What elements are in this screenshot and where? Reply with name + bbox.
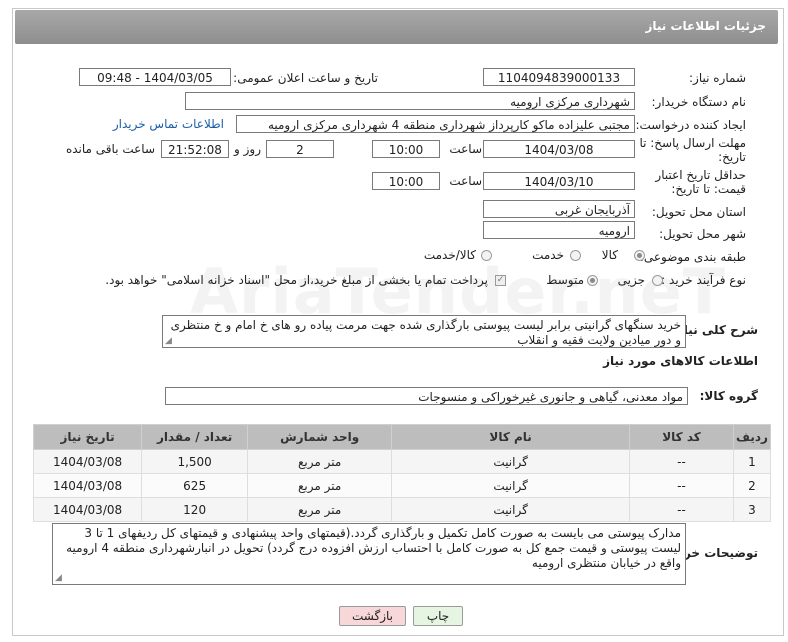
category-service-radio[interactable] [570,250,581,261]
province-label: استان محل تحویل: [651,205,746,219]
cell-name: گرانیت [391,449,630,474]
province-field[interactable]: آذربایجان غربی [483,200,635,218]
resize-grip-icon[interactable]: ◢ [165,337,172,346]
cell-qty: 1,500 [141,449,249,474]
cell-unit: متر مربع [247,449,393,474]
cell-unit: متر مربع [247,473,393,498]
col-unit: واحد شمارش [247,424,393,450]
category-goods-service-radio[interactable] [481,250,492,261]
cell-qty: 120 [141,497,249,522]
items-table-header: ردیف کد کالا نام کالا واحد شمارش تعداد /… [32,424,772,450]
deadline-label: مهلت ارسال پاسخ: تا تاریخ: [639,136,746,164]
process-partial-radio[interactable] [652,275,663,286]
col-code: کد کالا [629,424,734,450]
city-label: شهر محل تحویل: [659,227,746,241]
goods-group-label: گروه کالا: [699,389,758,403]
requester-label: ایجاد کننده درخواست: [635,118,746,132]
print-button[interactable]: چاپ [413,606,463,626]
col-row: ردیف [732,424,772,450]
buyer-org-field[interactable]: شهرداری مرکزی ارومیه [185,92,635,110]
contact-info-link[interactable]: اطلاعات تماس خریدار [113,117,224,131]
validity-date-field[interactable]: 1404/03/10 [483,172,635,190]
announce-datetime-label: تاریخ و ساعت اعلان عمومی: [233,71,378,85]
cell-row: 1 [732,449,772,474]
deadline-hour-label: ساعت [449,142,482,156]
goods-group-field[interactable]: مواد معدنی، گیاهی و جانوری غیرخوراکی و م… [165,387,688,405]
days-label: روز و [234,142,261,156]
cell-date: 1404/03/08 [32,473,143,498]
validity-hour-label: ساعت [449,174,482,188]
table-row: 1 -- گرانیت متر مربع 1,500 1404/03/08 [32,449,772,474]
category-service-label: خدمت [532,248,564,262]
category-goods-service-label: کالا/خدمت [423,248,476,262]
resize-grip-icon[interactable]: ◢ [55,574,62,583]
buyer-org-label: نام دستگاه خریدار: [651,95,747,109]
process-medium-radio[interactable] [587,275,598,286]
cell-name: گرانیت [391,473,630,498]
cell-date: 1404/03/08 [32,449,143,474]
cell-qty: 625 [141,473,249,498]
description-textarea[interactable]: خرید سنگهای گرانیتی برابر لیست پیوستی با… [162,315,686,348]
process-medium-label: متوسط [546,273,584,287]
goods-section-title: اطلاعات کالاهای مورد نیاز [603,354,758,368]
treasury-payment-note: پرداخت تمام یا بخشی از مبلغ خرید،از محل … [105,273,488,287]
cell-name: گرانیت [391,497,630,522]
buyer-notes-textarea[interactable]: مدارک پیوستی می بایست به صورت کامل تکمیل… [52,523,686,585]
category-label: طبقه بندی موضوعی: [639,250,746,264]
panel-header: جزئیات اطلاعات نیاز [15,10,778,44]
col-name: نام کالا [391,424,630,450]
treasury-payment-checkbox[interactable]: ✓ [495,275,506,286]
deadline-date-field[interactable]: 1404/03/08 [483,140,635,158]
days-field[interactable]: 2 [266,140,334,158]
cell-code: -- [629,449,734,474]
items-table: ردیف کد کالا نام کالا واحد شمارش تعداد /… [32,424,772,522]
category-goods-label: کالا [601,248,618,262]
table-row: 3 -- گرانیت متر مربع 120 1404/03/08 [32,497,772,522]
need-number-field[interactable]: 1104094839000133 [483,68,635,86]
category-goods-radio[interactable] [634,250,645,261]
requester-field[interactable]: مجتبی علیزاده ماکو کارپرداز شهرداری منطق… [236,115,635,133]
buyer-notes-text: مدارک پیوستی می بایست به صورت کامل تکمیل… [66,526,681,570]
need-number-label: شماره نیاز: [689,71,746,85]
back-button[interactable]: بازگشت [339,606,406,626]
process-type-label: نوع فرآیند خرید : [661,273,746,287]
remaining-time-label: ساعت باقی مانده [65,142,155,156]
description-text: خرید سنگهای گرانیتی برابر لیست پیوستی با… [170,318,681,347]
cell-code: -- [629,497,734,522]
cell-code: -- [629,473,734,498]
announce-datetime-field[interactable]: 1404/03/05 - 09:48 [79,68,231,86]
validity-time-field[interactable]: 10:00 [372,172,440,190]
cell-date: 1404/03/08 [32,497,143,522]
col-qty: تعداد / مقدار [141,424,249,450]
deadline-time-field[interactable]: 10:00 [372,140,440,158]
process-partial-label: جزیی [617,273,645,287]
col-date: تاریخ نیاز [32,424,143,450]
cell-row: 2 [732,473,772,498]
cell-unit: متر مربع [247,497,393,522]
panel-title: جزئیات اطلاعات نیاز [645,19,766,33]
validity-label: حداقل تاریخ اعتبار قیمت: تا تاریخ: [655,168,746,196]
cell-row: 3 [732,497,772,522]
remaining-time-field[interactable]: 21:52:08 [161,140,229,158]
table-row: 2 -- گرانیت متر مربع 625 1404/03/08 [32,473,772,498]
city-field[interactable]: ارومیه [483,221,635,239]
